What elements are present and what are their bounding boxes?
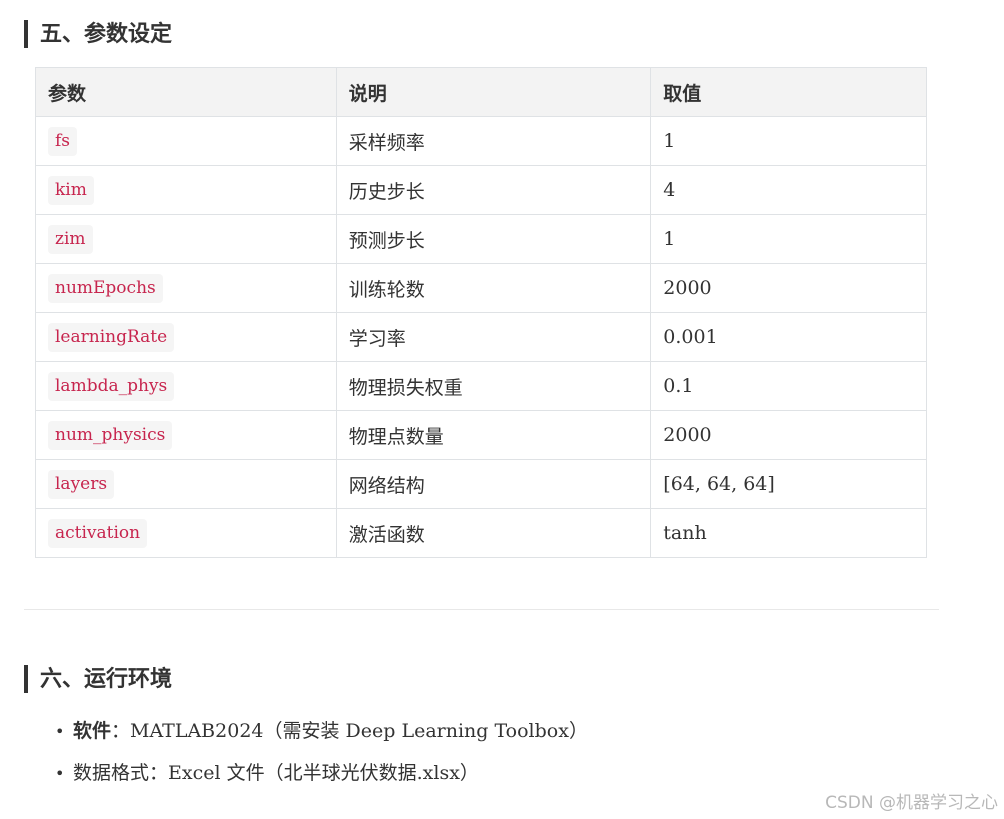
param-cell: kim <box>35 165 337 215</box>
param-code: kim <box>48 175 94 205</box>
value-cell: [64, 64, 64] <box>650 459 927 509</box>
csdn-watermark: CSDN @机器学习之心 <box>825 793 998 813</box>
param-cell: num_physics <box>35 410 337 460</box>
value-cell: 1 <box>650 116 927 166</box>
param-cell: lambda_phys <box>35 361 337 411</box>
item-label: 数据格式 <box>73 762 150 784</box>
table-row: lambda_phys 物理损失权重 0.1 <box>35 361 927 411</box>
item-text: Excel 文件（北半球光伏数据.xlsx） <box>168 762 479 784</box>
param-code: num_physics <box>48 420 173 450</box>
param-cell: fs <box>35 116 337 166</box>
item-separator: ： <box>149 762 169 784</box>
item-text: MATLAB2024（需安装 Deep Learning Toolbox） <box>130 720 588 742</box>
param-cell: activation <box>35 508 337 558</box>
param-cell: zim <box>35 214 337 264</box>
column-header-description: 说明 <box>335 67 652 117</box>
param-code: numEpochs <box>48 273 163 303</box>
table-row: kim 历史步长 4 <box>35 165 927 215</box>
param-cell: numEpochs <box>35 263 337 313</box>
value-cell: tanh <box>650 508 927 558</box>
list-item-data-format: • 数据格式：Excel 文件（北半球光伏数据.xlsx） <box>55 754 588 796</box>
bullet-icon: • <box>55 722 65 741</box>
value-cell: 2000 <box>650 263 927 313</box>
param-cell: layers <box>35 459 337 509</box>
param-code: layers <box>48 469 115 499</box>
description-cell: 学习率 <box>335 312 652 362</box>
param-code: lambda_phys <box>48 371 175 401</box>
description-cell: 预测步长 <box>335 214 652 264</box>
description-cell: 物理点数量 <box>335 410 652 460</box>
table-header-row: 参数 说明 取值 <box>35 67 927 117</box>
description-cell: 网络结构 <box>335 459 652 509</box>
horizontal-divider <box>24 609 939 610</box>
value-cell: 4 <box>650 165 927 215</box>
item-label: 软件 <box>73 720 112 742</box>
description-cell: 训练轮数 <box>335 263 652 313</box>
value-cell: 2000 <box>650 410 927 460</box>
param-cell: learningRate <box>35 312 337 362</box>
description-cell: 采样频率 <box>335 116 652 166</box>
list-item-software: • 软件：MATLAB2024（需安装 Deep Learning Toolbox… <box>55 712 588 754</box>
value-cell: 0.1 <box>650 361 927 411</box>
section-heading-environment: 六、运行环境 <box>24 665 172 693</box>
description-cell: 物理损失权重 <box>335 361 652 411</box>
table-row: layers 网络结构 [64, 64, 64] <box>35 459 927 509</box>
table-row: fs 采样频率 1 <box>35 116 927 166</box>
column-header-value: 取值 <box>650 67 927 117</box>
param-code: zim <box>48 224 93 254</box>
param-code: activation <box>48 518 148 548</box>
table-row: numEpochs 训练轮数 2000 <box>35 263 927 313</box>
value-cell: 1 <box>650 214 927 264</box>
table-row: num_physics 物理点数量 2000 <box>35 410 927 460</box>
table-row: zim 预测步长 1 <box>35 214 927 264</box>
param-code: learningRate <box>48 322 175 352</box>
param-code: fs <box>48 126 78 156</box>
column-header-param: 参数 <box>35 67 337 117</box>
parameters-table: 参数 说明 取值 fs 采样频率 1 kim 历史步长 4 zim 预测步长 1… <box>35 67 927 558</box>
item-separator: ： <box>111 720 131 742</box>
table-row: activation 激活函数 tanh <box>35 508 927 558</box>
environment-list: • 软件：MATLAB2024（需安装 Deep Learning Toolbox… <box>55 712 588 796</box>
description-cell: 历史步长 <box>335 165 652 215</box>
table-row: learningRate 学习率 0.001 <box>35 312 927 362</box>
value-cell: 0.001 <box>650 312 927 362</box>
bullet-icon: • <box>55 764 65 783</box>
section-heading-parameters: 五、参数设定 <box>24 20 172 48</box>
description-cell: 激活函数 <box>335 508 652 558</box>
